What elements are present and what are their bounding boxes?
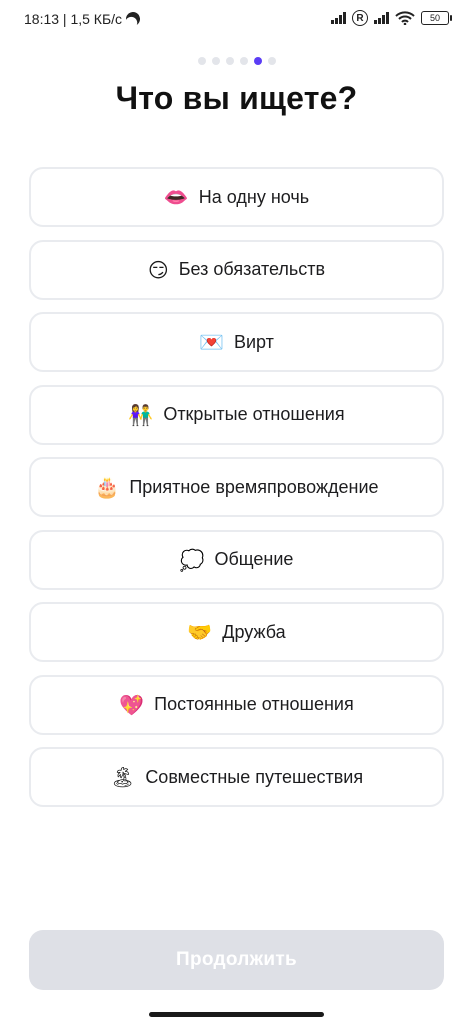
option-label: Общение	[214, 549, 294, 569]
roaming-icon: R	[352, 10, 368, 26]
signal-icon-2	[374, 12, 389, 24]
page-title: Что вы ищете?	[115, 80, 358, 116]
option-label: Вирт	[233, 331, 274, 352]
option-label: Без обязательств	[178, 259, 326, 279]
option-item[interactable]: 💌 Вирт	[29, 312, 444, 372]
option-label: Дружба	[222, 621, 286, 642]
signal-icon	[331, 12, 346, 24]
option-emoji-icon: 🤝	[187, 620, 213, 644]
status-right: R 50	[331, 10, 452, 26]
pager-dot-active	[253, 57, 262, 65]
option-item[interactable]: 😏 Без обязательств	[29, 239, 444, 300]
status-bar: 18:13 | 1,5 КБ/с R 50	[0, 0, 473, 40]
options-list: 👄 На одну ночь 😏 Без обязательств 💌 Вирт 👫 Откр…	[29, 167, 444, 820]
option-label: На одну ночь	[198, 186, 310, 207]
status-left: 18:13 | 1,5 КБ/с	[24, 11, 140, 27]
option-emoji-icon: 👄	[163, 185, 189, 209]
option-emoji-icon: 😏	[147, 257, 169, 282]
status-time-speed: 18:13 | 1,5 КБ/с	[24, 11, 123, 27]
pager-dots	[0, 57, 473, 65]
option-item[interactable]: 💖 Постоянные отношения	[29, 674, 444, 735]
option-item[interactable]: 👄 На одну ночь	[29, 167, 444, 227]
option-item[interactable]: 🤝 Дружба	[29, 602, 444, 662]
option-item[interactable]: 👫 Открытые отношения	[29, 384, 444, 445]
battery-icon: 50	[421, 11, 452, 25]
option-emoji-icon: 💌	[199, 330, 224, 354]
do-not-disturb-icon	[124, 10, 142, 28]
option-item[interactable]: 💭 Общение	[29, 529, 444, 590]
pager-dot	[197, 57, 206, 65]
pager-dot	[225, 57, 234, 65]
continue-button[interactable]: Продолжить	[29, 930, 444, 990]
option-emoji-icon: 💖	[119, 692, 145, 717]
pager-dot	[239, 57, 248, 65]
option-emoji-icon: 🎂	[94, 475, 120, 499]
pager-dot	[267, 57, 276, 65]
option-item[interactable]: 🎂 Приятное времяпровождение	[29, 457, 444, 517]
pager-dot	[211, 57, 220, 65]
option-item[interactable]: 🏝 Совместные путешествия	[29, 747, 444, 807]
option-label: Приятное времяпровождение	[129, 476, 379, 497]
option-emoji-icon: 💭	[179, 547, 205, 572]
option-emoji-icon: 🏝	[109, 765, 136, 789]
option-emoji-icon: 👫	[128, 402, 154, 427]
option-label: Постоянные отношения	[154, 694, 354, 714]
option-label: Открытые отношения	[163, 404, 345, 424]
option-label: Совместные путешествия	[145, 766, 364, 787]
wifi-icon	[395, 11, 415, 25]
home-indicator[interactable]	[149, 1012, 324, 1017]
